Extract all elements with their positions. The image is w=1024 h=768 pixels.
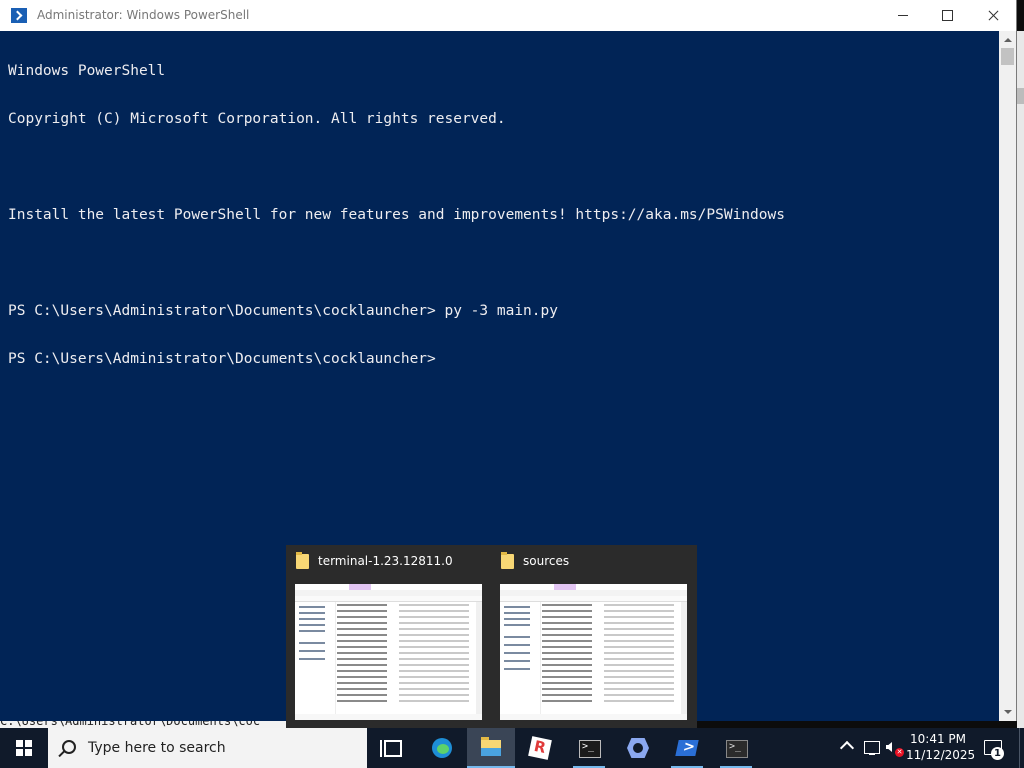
maximize-button[interactable] (924, 0, 970, 31)
preview-title: sources (523, 554, 570, 568)
console-prompt-line[interactable]: PS C:\Users\Administrator\Documents\cock… (8, 351, 998, 367)
console-line: PS C:\Users\Administrator\Documents\cock… (8, 303, 558, 319)
notification-count-badge (991, 747, 1004, 760)
taskbar-app-windows-terminal[interactable] (712, 728, 760, 768)
close-button[interactable] (970, 0, 1016, 31)
cmd-icon (579, 740, 601, 758)
preview-thumbnail[interactable] (295, 584, 482, 720)
taskbar-app-visual-studio[interactable] (614, 728, 662, 768)
clock-time: 10:41 PM (910, 732, 966, 746)
folder-icon (501, 552, 514, 569)
task-view-icon (380, 740, 402, 757)
preview-terminal-folder[interactable]: terminal-1.23.12811.0 (286, 545, 491, 728)
taskbar-app-file-explorer[interactable] (467, 728, 515, 768)
taskbar-thumbnail-previews: terminal-1.23.12811.0 sources (286, 545, 697, 728)
search-icon (62, 740, 76, 754)
minimize-button[interactable] (880, 0, 926, 31)
task-view-button[interactable] (368, 728, 416, 768)
scrollbar-thumb[interactable] (1001, 48, 1014, 65)
edge-icon (432, 738, 452, 758)
scroll-down-arrow-icon[interactable] (999, 704, 1016, 721)
taskbar-app-edge[interactable] (418, 728, 466, 768)
preview-title: terminal-1.23.12811.0 (318, 554, 453, 568)
taskbar: Type here to search ✕ 10:41 PM 11/12/202… (0, 728, 1024, 768)
terminal-icon (726, 740, 748, 758)
preview-thumbnail[interactable] (500, 584, 687, 720)
volume-muted-badge-icon: ✕ (895, 748, 904, 757)
console-line: Install the latest PowerShell for new fe… (8, 207, 785, 223)
window-title: Administrator: Windows PowerShell (37, 8, 250, 22)
taskbar-app-powershell[interactable] (663, 728, 711, 768)
show-desktop-button[interactable] (1019, 728, 1024, 768)
scrollbar-thumb[interactable] (1017, 88, 1024, 104)
taskbar-search-box[interactable]: Type here to search (48, 728, 367, 768)
taskbar-clock[interactable]: 10:41 PM 11/12/2025 (906, 731, 976, 765)
network-icon[interactable] (864, 741, 880, 755)
roblox-icon (528, 736, 552, 760)
show-hidden-icons-chevron-icon[interactable] (839, 740, 855, 756)
folder-icon (481, 737, 501, 756)
windows-logo-icon (16, 740, 32, 756)
vertical-scrollbar[interactable] (999, 31, 1016, 721)
volume-icon[interactable] (886, 742, 892, 752)
start-button[interactable] (0, 728, 48, 768)
background-window-scrollbar[interactable] (1017, 31, 1024, 728)
scroll-up-arrow-icon[interactable] (999, 31, 1016, 48)
taskbar-app-roblox[interactable] (516, 728, 564, 768)
powershell-icon (675, 740, 699, 756)
taskbar-app-command-prompt[interactable] (565, 728, 613, 768)
title-bar[interactable]: Administrator: Windows PowerShell (0, 0, 1016, 31)
clock-date: 11/12/2025 (906, 748, 976, 762)
visual-studio-icon (627, 738, 647, 758)
folder-icon (296, 552, 309, 569)
search-placeholder: Type here to search (88, 740, 226, 756)
console-line: Copyright (C) Microsoft Corporation. All… (8, 111, 506, 127)
console-line: Windows PowerShell (8, 63, 166, 79)
powershell-icon (11, 8, 27, 23)
action-center-button[interactable] (980, 736, 1004, 760)
system-tray: ✕ (834, 728, 906, 768)
preview-sources-folder[interactable]: sources (491, 545, 696, 728)
